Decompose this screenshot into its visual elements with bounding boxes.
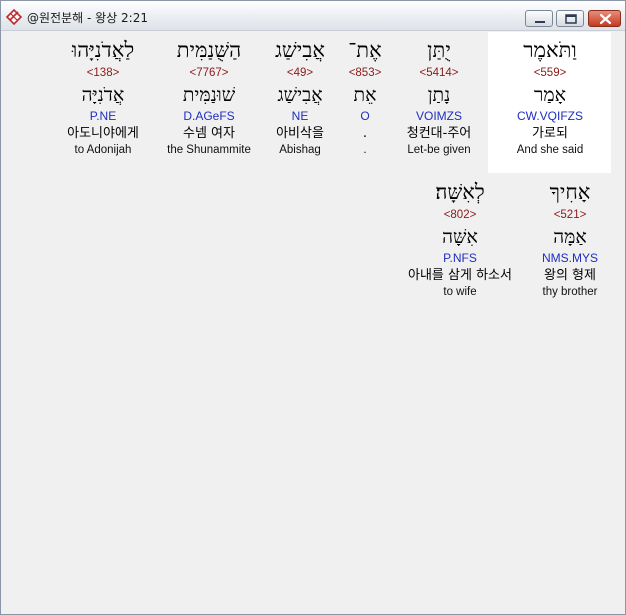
morphology-code: NMS.MYS [541,251,598,265]
hebrew-lemma: אֲבִישַׁג [277,84,323,106]
word-column[interactable]: הַשֻּׁנַמִּית <7767> שׁוּנַמִּית D.AGeFS… [157,37,261,158]
korean-gloss: 아내를 삼게 하소서 [408,268,512,283]
app-window: @원전분해 - 왕상 2:21 וַתֹּאמֶר <559> אָמַר CW… [0,0,626,615]
english-gloss: thy brother [542,286,598,298]
hebrew-word: אֲבִישַׁג [274,38,326,62]
hebrew-word: אָחִיךָ [549,180,591,204]
word-column[interactable]: אָחִיךָ <521> אַמָּה NMS.MYS 왕의 형제 thy b… [518,179,622,300]
strong-number[interactable]: <559> [498,65,602,81]
word-column[interactable]: וַתֹּאמֶר <559> אָמַר CW.VQIFZS 가로되 And … [498,37,602,158]
maximize-icon [565,14,577,24]
english-gloss: to Adonijah [74,144,132,156]
english-gloss: to wife [443,286,477,298]
korean-gloss: 수넴 여자 [183,126,235,141]
maximize-button[interactable] [556,10,584,27]
window-title: @원전분해 - 왕상 2:21 [27,11,148,25]
english-gloss: And she said [516,144,584,156]
hebrew-lemma: אַמָּה [553,226,587,248]
strong-number[interactable]: <49> [248,65,352,81]
morphology-code: D.AGeFS [183,109,235,123]
english-gloss: Abishag [279,144,321,156]
title-bar[interactable]: @원전분해 - 왕상 2:21 [1,1,625,31]
morphology-code: P.NE [89,109,117,123]
hebrew-lemma: אִשָּׁה [442,226,478,248]
english-gloss: the Shunammite [167,144,251,156]
hebrew-lemma: שׁוּנַמִּית [182,84,236,106]
hebrew-word: הַשֻּׁנַמִּית [176,38,242,62]
close-icon [599,13,612,25]
word-column[interactable]: אֲבִישַׁג <49> אֲבִישַׁג NE 아비삭을 Abishag [248,37,352,158]
minimize-icon [535,21,545,23]
morphology-code: P.NFS [443,251,477,265]
korean-gloss: 아비삭을 [276,126,324,141]
hebrew-word: לְאִשָּׁה׃ [435,180,485,204]
strong-number[interactable]: <521> [518,207,622,223]
hebrew-word: לַאֲדֹנִיָּהוּ [71,38,135,62]
minimize-button[interactable] [525,10,553,27]
morphology-code: NE [291,109,309,123]
hebrew-word: וַתֹּאמֶר [523,38,577,62]
app-icon [5,8,23,26]
strong-number[interactable]: <7767> [157,65,261,81]
morphology-code: CW.VQIFZS [517,109,583,123]
korean-gloss: 가로되 [532,126,568,141]
analysis-pane: וַתֹּאמֶר <559> אָמַר CW.VQIFZS 가로되 And … [8,32,618,608]
strong-number[interactable]: <138> [51,65,155,81]
word-column[interactable]: לְאִשָּׁה׃ <802> אִשָּׁה P.NFS 아내를 삼게 하소… [387,179,533,300]
close-button[interactable] [588,10,621,27]
hebrew-lemma: אָמַר [534,84,566,106]
word-column[interactable]: לַאֲדֹנִיָּהוּ <138> אֲדֹנִיָּה P.NE 아도니… [51,37,155,158]
korean-gloss: 아도니야에게 [67,126,139,141]
strong-number[interactable]: <802> [387,207,533,223]
korean-gloss: 왕의 형제 [544,268,596,283]
hebrew-lemma: אֲדֹנִיָּה [81,84,125,106]
